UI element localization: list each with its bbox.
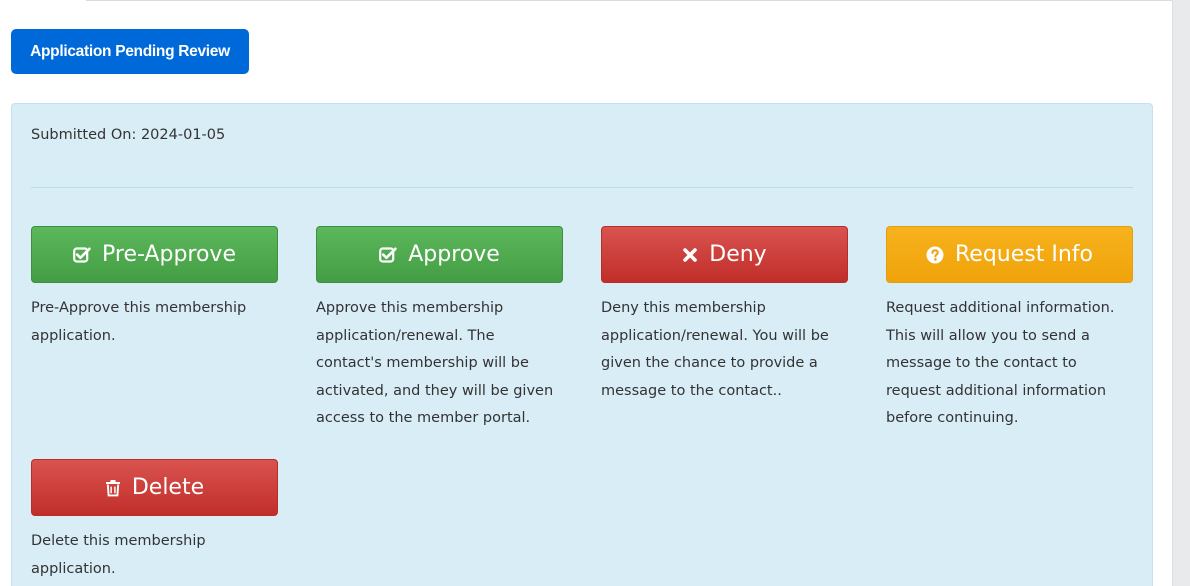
request-info-button[interactable]: Request Info: [886, 226, 1133, 283]
request-info-label: Request Info: [955, 242, 1093, 267]
deny-label: Deny: [709, 242, 767, 267]
approve-label: Approve: [408, 242, 500, 267]
check-square-icon: [73, 246, 91, 264]
submitted-on-text: Submitted On: 2024-01-05: [31, 127, 226, 143]
top-divider: [86, 0, 1172, 1]
approve-description: Approve this membership application/rene…: [316, 300, 554, 426]
delete-label: Delete: [131, 475, 205, 500]
application-review-panel: Submitted On: 2024-01-05 Pre-Approve Pre…: [11, 103, 1153, 586]
application-status-badge[interactable]: Application Pending Review: [11, 29, 249, 74]
trash-icon: [105, 479, 121, 497]
application-review-page: Application Pending Review Submitted On:…: [0, 0, 1190, 586]
times-icon: [682, 247, 698, 263]
panel-divider: [31, 187, 1133, 188]
check-square-icon: [379, 246, 397, 264]
delete-button[interactable]: Delete: [31, 459, 278, 516]
request-info-description: Request additional information. This wil…: [886, 300, 1115, 426]
pre-approve-label: Pre-Approve: [102, 242, 236, 267]
pre-approve-description: Pre-Approve this membership application.: [31, 300, 247, 344]
pre-approve-button[interactable]: Pre-Approve: [31, 226, 278, 283]
deny-button[interactable]: Deny: [601, 226, 848, 283]
approve-button[interactable]: Approve: [316, 226, 563, 283]
scrollbar-gutter[interactable]: [1172, 0, 1190, 586]
delete-description: Delete this membership application.: [31, 533, 206, 577]
question-circle-icon: [926, 246, 944, 264]
deny-description: Deny this membership application/renewal…: [601, 300, 829, 399]
